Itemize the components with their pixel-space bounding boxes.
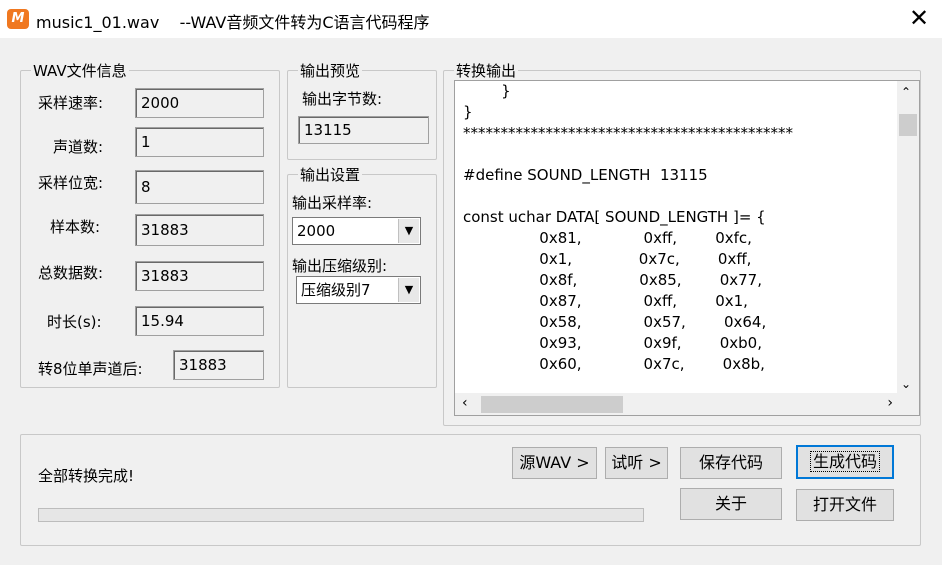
compress-level-select[interactable]: 压缩级别7 ▼ xyxy=(296,276,421,304)
samples-field: 31883 xyxy=(135,214,264,246)
mono8-label: 转8位单声道后: xyxy=(38,360,143,378)
bit-depth-label: 采样位宽: xyxy=(38,174,104,192)
settings-group-label: 输出设置 xyxy=(298,164,363,185)
code-output-textarea[interactable]: } } ************************************… xyxy=(454,80,920,416)
scroll-down-icon[interactable]: ⌄ xyxy=(901,377,911,391)
channels-label: 声道数: xyxy=(53,138,104,156)
output-rate-value: 2000 xyxy=(297,222,336,240)
output-group-label: 转换输出 xyxy=(454,60,519,81)
bit-depth-field: 8 xyxy=(135,170,264,204)
channels-field: 1 xyxy=(135,127,264,157)
horizontal-scrollbar[interactable]: ‹ › xyxy=(455,393,897,415)
preview-group: 输出预览 xyxy=(287,60,437,160)
preview-group-label: 输出预览 xyxy=(298,60,363,81)
output-bytes-label: 输出字节数: xyxy=(302,90,383,108)
total-bytes-field: 31883 xyxy=(135,261,264,291)
sample-rate-field: 2000 xyxy=(135,88,264,118)
samples-label: 样本数: xyxy=(50,218,101,236)
title-bar: M music1_01.wav --WAV音频文件转为C语言代码程序 ✕ xyxy=(0,0,942,38)
status-text: 全部转换完成! xyxy=(38,467,135,485)
scroll-corner xyxy=(897,393,919,415)
source-wav-button[interactable]: 源WAV > xyxy=(512,447,597,479)
total-bytes-label: 总数据数: xyxy=(38,264,104,282)
generate-code-button[interactable]: 生成代码 xyxy=(796,445,894,479)
scroll-up-icon[interactable]: ⌃ xyxy=(901,85,911,99)
compress-level-value: 压缩级别7 xyxy=(301,281,371,299)
listen-button[interactable]: 试听 > xyxy=(605,447,668,479)
scroll-left-icon[interactable]: ‹ xyxy=(462,395,468,411)
output-rate-select[interactable]: 2000 ▼ xyxy=(292,217,421,245)
chevron-down-icon[interactable]: ▼ xyxy=(398,219,419,243)
sample-rate-label: 采样速率: xyxy=(38,94,104,112)
window-title: music1_01.wav --WAV音频文件转为C语言代码程序 xyxy=(36,13,430,32)
chevron-down-icon[interactable]: ▼ xyxy=(398,278,419,302)
mono8-field: 31883 xyxy=(173,350,264,380)
save-code-button[interactable]: 保存代码 xyxy=(680,447,782,479)
app-icon: M xyxy=(7,9,29,29)
output-bytes-field: 13115 xyxy=(298,116,429,144)
generate-code-label: 生成代码 xyxy=(809,451,880,472)
output-rate-label: 输出采样率: xyxy=(292,194,373,212)
compress-level-label: 输出压缩级别: xyxy=(292,257,388,275)
about-button[interactable]: 关于 xyxy=(680,488,782,520)
duration-field: 15.94 xyxy=(135,306,264,336)
horizontal-scroll-thumb[interactable] xyxy=(481,396,623,413)
vertical-scrollbar[interactable]: ⌃ ⌄ xyxy=(897,81,919,393)
action-group xyxy=(20,434,921,546)
progress-bar xyxy=(38,508,644,522)
scroll-right-icon[interactable]: › xyxy=(887,395,893,411)
wav-info-group-label: WAV文件信息 xyxy=(31,60,129,81)
vertical-scroll-thumb[interactable] xyxy=(899,114,917,136)
code-output-text: } } ************************************… xyxy=(463,82,793,373)
open-file-button[interactable]: 打开文件 xyxy=(796,489,894,521)
duration-label: 时长(s): xyxy=(47,313,102,331)
close-icon[interactable]: ✕ xyxy=(896,0,942,38)
